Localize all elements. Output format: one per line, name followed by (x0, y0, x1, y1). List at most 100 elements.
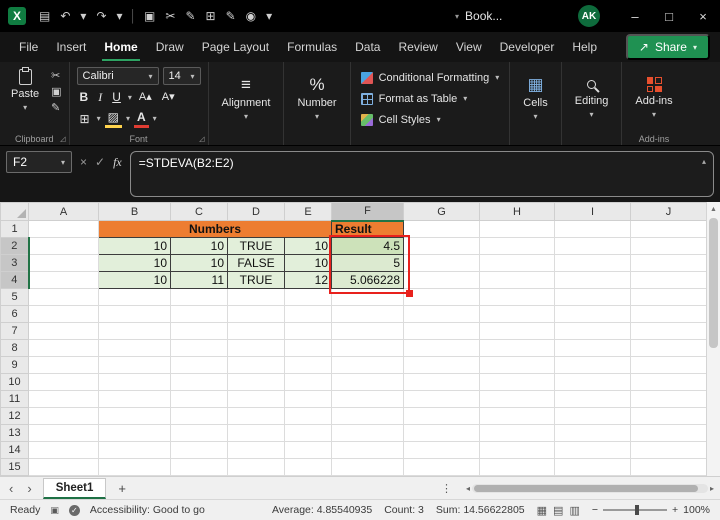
cell-B13[interactable] (99, 425, 171, 442)
cell-B5[interactable] (99, 289, 171, 306)
sheet-tab-sheet1[interactable]: Sheet1 (43, 478, 107, 499)
row-header-8[interactable]: 8 (1, 340, 29, 357)
cell-E5[interactable] (285, 289, 332, 306)
cell-I8[interactable] (555, 340, 631, 357)
cell-A1[interactable] (29, 221, 99, 238)
insert-function-icon[interactable]: fx (113, 155, 122, 170)
underline-button[interactable]: U (109, 89, 124, 105)
cell-F2[interactable]: 4.5 (332, 238, 404, 255)
zoom-in-icon[interactable]: + (672, 504, 678, 516)
zoom-level[interactable]: 100% (683, 504, 710, 516)
horizontal-scroll-thumb[interactable] (474, 485, 698, 492)
row-header-10[interactable]: 10 (1, 374, 29, 391)
cell-F5[interactable] (332, 289, 404, 306)
cell-G5[interactable] (404, 289, 480, 306)
cell-A4[interactable] (29, 272, 99, 289)
column-header-C[interactable]: C (171, 203, 228, 221)
cell-G10[interactable] (404, 374, 480, 391)
close-button[interactable]: × (686, 0, 720, 32)
cell-D11[interactable] (228, 391, 285, 408)
cell-D15[interactable] (228, 459, 285, 476)
cell-I7[interactable] (555, 323, 631, 340)
redo-menu-icon[interactable]: ▾ (112, 9, 128, 23)
row-header-9[interactable]: 9 (1, 357, 29, 374)
avatar[interactable]: AK (578, 5, 600, 27)
cell-F13[interactable] (332, 425, 404, 442)
cell-C10[interactable] (171, 374, 228, 391)
cell-B8[interactable] (99, 340, 171, 357)
cell-C6[interactable] (171, 306, 228, 323)
cell-G3[interactable] (404, 255, 480, 272)
styles-item-conditional-formatting[interactable]: Conditional Formatting▾ (358, 68, 503, 87)
cell-F9[interactable] (332, 357, 404, 374)
cell-E4[interactable]: 12 (285, 272, 332, 289)
cell-A9[interactable] (29, 357, 99, 374)
cell-A10[interactable] (29, 374, 99, 391)
cell-E8[interactable] (285, 340, 332, 357)
tab-page-layout[interactable]: Page Layout (193, 33, 278, 62)
format-painter-icon[interactable]: ✎ (51, 102, 61, 114)
row-header-13[interactable]: 13 (1, 425, 29, 442)
tab-file[interactable]: File (10, 33, 47, 62)
zoom-slider-thumb[interactable] (635, 505, 639, 515)
cell-I10[interactable] (555, 374, 631, 391)
cell-G2[interactable] (404, 238, 480, 255)
cell-E6[interactable] (285, 306, 332, 323)
cell-I13[interactable] (555, 425, 631, 442)
cells-button[interactable]: ▦ Cells ▾ (517, 67, 553, 129)
save-icon[interactable]: ▤ (34, 9, 55, 23)
cell-C11[interactable] (171, 391, 228, 408)
row-header-4[interactable]: 4 (1, 272, 29, 289)
paste-button[interactable]: Paste ▾ (7, 67, 43, 114)
scroll-left-icon[interactable]: ◂ (466, 484, 470, 493)
row-header-3[interactable]: 3 (1, 255, 29, 272)
cell-G1[interactable] (404, 221, 480, 238)
macro-record-icon[interactable]: ▣ (50, 505, 59, 516)
cell-I9[interactable] (555, 357, 631, 374)
column-header-D[interactable]: D (228, 203, 285, 221)
workbook-title[interactable]: ▾ Book... (455, 0, 502, 32)
scroll-right-icon[interactable]: ▸ (710, 484, 714, 493)
cell-E14[interactable] (285, 442, 332, 459)
horizontal-scroll-track[interactable] (472, 484, 708, 493)
cell-G12[interactable] (404, 408, 480, 425)
cell-E15[interactable] (285, 459, 332, 476)
cell-C14[interactable] (171, 442, 228, 459)
font-dialog-launcher-icon[interactable]: ◿ (199, 135, 204, 143)
cell-I3[interactable] (555, 255, 631, 272)
excel-app-icon[interactable]: X (8, 7, 26, 25)
tab-insert[interactable]: Insert (47, 33, 95, 62)
clipboard-dialog-launcher-icon[interactable]: ◿ (60, 135, 65, 143)
borders-icon[interactable]: ⊞ (77, 111, 93, 127)
editing-button[interactable]: Editing ▾ (569, 67, 615, 129)
cell-C8[interactable] (171, 340, 228, 357)
undo-icon[interactable]: ↶ (55, 9, 75, 23)
cell-H15[interactable] (480, 459, 555, 476)
addins-button[interactable]: Add-ins ▾ (629, 67, 678, 129)
cell-J6[interactable] (631, 306, 707, 323)
tab-help[interactable]: Help (563, 33, 606, 62)
vertical-scroll-thumb[interactable] (709, 218, 718, 348)
cell-G11[interactable] (404, 391, 480, 408)
alignment-button[interactable]: ≡ Alignment ▾ (216, 67, 277, 129)
cell-C3[interactable]: 10 (171, 255, 228, 272)
cell-D12[interactable] (228, 408, 285, 425)
cell-J11[interactable] (631, 391, 707, 408)
column-header-F[interactable]: F (332, 203, 404, 221)
camera-icon[interactable]: ◉ (241, 9, 261, 23)
cell-J3[interactable] (631, 255, 707, 272)
tab-draw[interactable]: Draw (147, 33, 193, 62)
column-header-I[interactable]: I (555, 203, 631, 221)
cell-D9[interactable] (228, 357, 285, 374)
cell-I6[interactable] (555, 306, 631, 323)
cell-B6[interactable] (99, 306, 171, 323)
column-header-H[interactable]: H (480, 203, 555, 221)
row-header-5[interactable]: 5 (1, 289, 29, 306)
cell-F11[interactable] (332, 391, 404, 408)
increase-font-size-button[interactable]: A▴ (136, 89, 155, 105)
underline-menu-icon[interactable]: ▾ (128, 93, 132, 102)
cell-E12[interactable] (285, 408, 332, 425)
accessibility-status[interactable]: Accessibility: Good to go (90, 504, 205, 516)
cell-G8[interactable] (404, 340, 480, 357)
cell-J14[interactable] (631, 442, 707, 459)
